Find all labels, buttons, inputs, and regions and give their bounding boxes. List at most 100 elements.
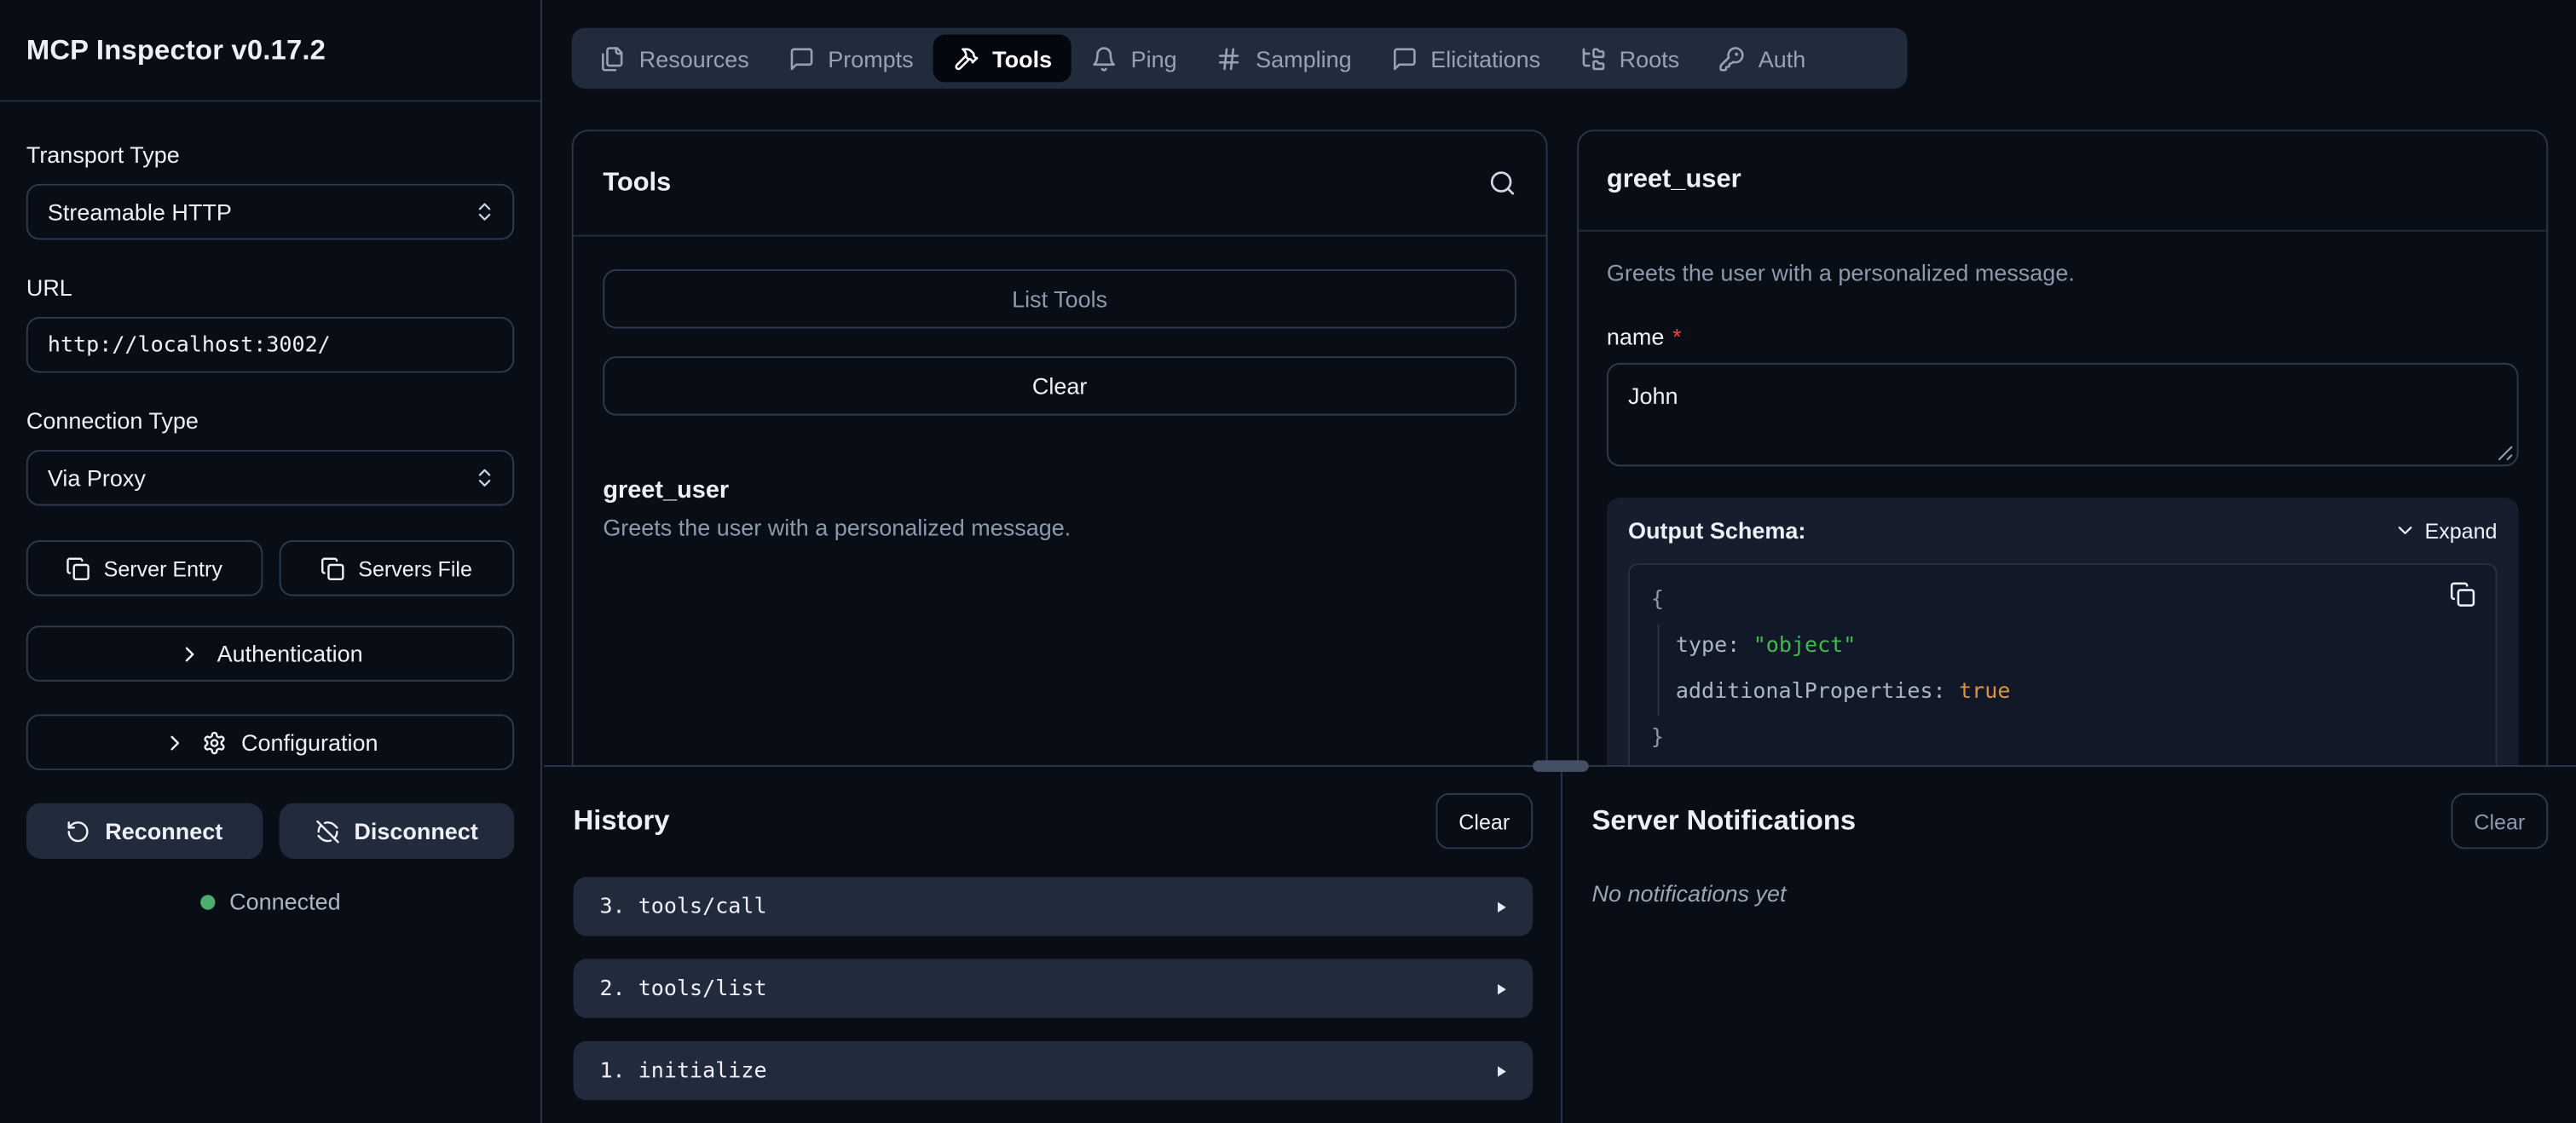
schema-code-block: { type:"object" additionalProperties:tru… — [1628, 563, 2498, 767]
connection-buttons-row: Reconnect Disconnect — [26, 803, 514, 859]
output-schema-card: Output Schema: Expand { type:"object" — [1607, 498, 2519, 767]
tool-name: greet_user — [603, 476, 1516, 504]
tab-bar: Resources Prompts Tools Ping Sampling — [572, 28, 1908, 89]
detail-description: Greets the user with a personalized mess… — [1607, 260, 2519, 286]
url-label: URL — [26, 274, 514, 301]
transport-type-label: Transport Type — [26, 141, 514, 168]
folder-tree-icon — [1580, 45, 1606, 72]
tools-panel-title: Tools — [603, 169, 671, 199]
sidebar: MCP Inspector v0.17.2 Transport Type Str… — [0, 0, 542, 1123]
history-row-tools-list[interactable]: 2. tools/list — [574, 959, 1533, 1018]
connection-type-select[interactable]: Via Proxy — [26, 450, 514, 506]
sidebar-body: Transport Type Streamable HTTP URL Conne… — [0, 101, 540, 914]
notifications-clear-button[interactable]: Clear — [2451, 793, 2548, 849]
expand-arrow-icon — [1492, 1062, 1510, 1080]
notifications-clear-label: Clear — [2474, 809, 2525, 833]
url-field: URL — [26, 274, 514, 373]
history-row-label: 2. tools/list — [599, 976, 766, 1001]
url-input[interactable] — [26, 317, 514, 373]
server-buttons-row: Server Entry Servers File — [26, 540, 514, 596]
gear-icon — [202, 730, 227, 755]
status-text: Connected — [229, 889, 341, 915]
hammer-icon — [953, 45, 979, 72]
connection-type-label: Connection Type — [26, 407, 514, 434]
tools-panel-header: Tools — [574, 131, 1546, 236]
tool-description: Greets the user with a personalized mess… — [603, 514, 1516, 540]
clear-tools-button[interactable]: Clear — [603, 356, 1516, 415]
tool-detail-panel: greet_user Greets the user with a person… — [1577, 130, 2548, 767]
connection-type-field: Connection Type Via Proxy — [26, 407, 514, 506]
tab-tools[interactable]: Tools — [933, 34, 1071, 82]
files-icon — [599, 45, 626, 72]
tab-label: Ping — [1131, 45, 1177, 72]
message-square-icon — [1391, 45, 1418, 72]
transport-type-select[interactable]: Streamable HTTP — [26, 184, 514, 240]
tool-list-item[interactable]: greet_user Greets the user with a person… — [603, 476, 1516, 540]
history-row-tools-call[interactable]: 3. tools/call — [574, 877, 1533, 936]
configuration-label: Configuration — [241, 729, 378, 756]
reconnect-button[interactable]: Reconnect — [26, 803, 263, 859]
rotate-ccw-icon — [66, 819, 90, 844]
chevrons-up-down-icon — [473, 466, 496, 489]
copy-icon — [66, 556, 90, 580]
expand-arrow-icon — [1492, 980, 1510, 998]
notifications-empty-text: No notifications yet — [1592, 880, 2549, 907]
list-tools-button[interactable]: List Tools — [603, 269, 1516, 328]
tab-roots[interactable]: Roots — [1560, 34, 1699, 82]
splitter-drag-handle[interactable] — [1533, 760, 1589, 771]
authentication-toggle[interactable]: Authentication — [26, 625, 514, 682]
history-clear-label: Clear — [1458, 809, 1510, 833]
expand-arrow-icon — [1492, 897, 1510, 915]
required-asterisk: * — [1672, 324, 1682, 350]
chevron-down-icon — [2394, 519, 2417, 542]
configuration-toggle[interactable]: Configuration — [26, 714, 514, 770]
tools-list-panel: Tools List Tools Clear greet_user Greets… — [572, 130, 1548, 767]
tab-sampling[interactable]: Sampling — [1197, 34, 1372, 82]
tab-label: Auth — [1759, 45, 1806, 72]
message-square-icon — [788, 45, 815, 72]
expand-toggle[interactable]: Expand — [2394, 518, 2498, 543]
tab-resources[interactable]: Resources — [580, 34, 768, 82]
refresh-off-icon — [315, 819, 339, 844]
key-icon — [1718, 45, 1745, 72]
name-field-label-row: name* — [1607, 324, 2519, 350]
history-row-label: 3. tools/call — [599, 894, 766, 919]
tab-elicitations[interactable]: Elicitations — [1372, 34, 1560, 82]
tab-prompts[interactable]: Prompts — [769, 34, 933, 82]
tab-label: Tools — [992, 45, 1052, 72]
name-field-wrapper: John — [1607, 363, 2519, 466]
transport-type-field: Transport Type Streamable HTTP — [26, 141, 514, 240]
history-header: History Clear — [574, 793, 1533, 849]
history-pane: History Clear 3. tools/call 2. tools/lis… — [544, 767, 1561, 1123]
disconnect-button[interactable]: Disconnect — [279, 803, 515, 859]
code-close-brace: } — [1651, 716, 2476, 762]
bell-icon — [1091, 45, 1118, 72]
servers-file-button[interactable]: Servers File — [279, 540, 515, 596]
history-clear-button[interactable]: Clear — [1435, 793, 1533, 849]
tab-label: Sampling — [1256, 45, 1352, 72]
name-field-input[interactable]: John — [1607, 363, 2519, 466]
code-open-brace: { — [1651, 578, 2476, 624]
clear-tools-label: Clear — [1032, 372, 1088, 399]
history-row-label: 1. initialize — [599, 1058, 766, 1083]
status-dot — [199, 894, 214, 908]
history-list: 3. tools/call 2. tools/list 1. initializ… — [574, 877, 1533, 1100]
tab-ping[interactable]: Ping — [1071, 34, 1197, 82]
server-notifications-pane: Server Notifications Clear No notificati… — [1562, 767, 2576, 1123]
tab-label: Prompts — [828, 45, 913, 72]
server-entry-button[interactable]: Server Entry — [26, 540, 263, 596]
notifications-header: Server Notifications Clear — [1592, 793, 2549, 849]
mcp-inspector-app: MCP Inspector v0.17.2 Transport Type Str… — [0, 0, 2576, 1123]
code-line-additional-properties: additionalProperties:true — [1676, 670, 2476, 716]
history-title: History — [574, 804, 670, 838]
code-line-type: type:"object" — [1676, 624, 2476, 670]
history-row-initialize[interactable]: 1. initialize — [574, 1041, 1533, 1100]
tab-auth[interactable]: Auth — [1699, 34, 1825, 82]
app-title: MCP Inspector v0.17.2 — [26, 34, 326, 67]
chevron-right-icon — [177, 642, 202, 666]
copy-icon[interactable] — [2450, 581, 2476, 608]
output-schema-header: Output Schema: Expand — [1628, 517, 2498, 544]
notifications-title: Server Notifications — [1592, 804, 1857, 838]
chevron-right-icon — [163, 730, 188, 755]
search-icon[interactable] — [1488, 170, 1516, 198]
